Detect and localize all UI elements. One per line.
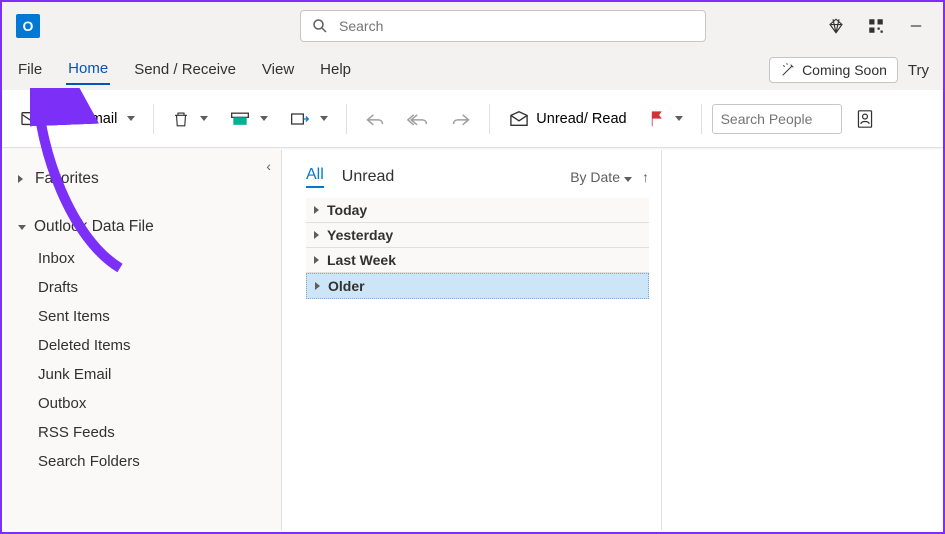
contact-icon xyxy=(856,109,874,129)
delete-button[interactable] xyxy=(164,104,216,134)
coming-soon-button[interactable]: Coming Soon xyxy=(769,57,898,83)
group-yesterday[interactable]: Yesterday xyxy=(306,223,649,248)
archive-icon xyxy=(230,111,250,127)
move-icon xyxy=(290,110,310,128)
menu-bar: File Home Send / Receive View Help Comin… xyxy=(2,50,943,90)
trash-icon xyxy=(172,110,190,128)
outlook-logo: O xyxy=(16,14,40,38)
reply-all-icon xyxy=(407,111,429,127)
folder-sent[interactable]: Sent Items xyxy=(34,302,281,331)
sort-direction-icon[interactable]: ↑ xyxy=(642,169,649,185)
folder-junk[interactable]: Junk Email xyxy=(34,360,281,389)
folder-rss[interactable]: RSS Feeds xyxy=(34,418,281,447)
reply-button[interactable] xyxy=(357,105,393,133)
favorites-group[interactable]: Favorites xyxy=(12,162,281,196)
group-older[interactable]: Older xyxy=(306,273,649,299)
folder-pane: ‹ Favorites Outlook Data File Inbox Draf… xyxy=(4,150,282,530)
forward-icon xyxy=(451,111,471,127)
filter-all[interactable]: All xyxy=(306,166,324,188)
list-header: All Unread By Date ↑ xyxy=(306,166,649,188)
folder-search[interactable]: Search Folders xyxy=(34,447,281,476)
reply-all-button[interactable] xyxy=(399,105,437,133)
folder-inbox[interactable]: Inbox xyxy=(34,244,281,273)
folder-outbox[interactable]: Outbox xyxy=(34,389,281,418)
sort-by-date[interactable]: By Date xyxy=(570,169,632,185)
tab-home[interactable]: Home xyxy=(66,56,110,85)
folder-drafts[interactable]: Drafts xyxy=(34,273,281,302)
qr-icon[interactable] xyxy=(867,17,885,35)
search-people-input[interactable] xyxy=(712,104,842,134)
minimize-icon[interactable] xyxy=(907,17,925,35)
global-search[interactable] xyxy=(300,10,706,42)
tab-view[interactable]: View xyxy=(260,57,296,84)
archive-button[interactable] xyxy=(222,105,276,133)
message-list-pane: All Unread By Date ↑ Today Yesterday Las… xyxy=(282,150,662,530)
premium-icon[interactable] xyxy=(827,17,845,35)
folder-deleted[interactable]: Deleted Items xyxy=(34,331,281,360)
tab-send-receive[interactable]: Send / Receive xyxy=(132,57,238,84)
title-bar: O xyxy=(2,2,943,50)
search-icon xyxy=(311,17,329,35)
reply-icon xyxy=(365,111,385,127)
flag-icon xyxy=(649,110,665,128)
group-today[interactable]: Today xyxy=(306,198,649,223)
new-email-button[interactable]: New Email xyxy=(12,104,143,134)
filter-unread[interactable]: Unread xyxy=(342,168,394,186)
search-input[interactable] xyxy=(339,18,695,34)
try-label[interactable]: Try xyxy=(908,62,929,79)
group-last-week[interactable]: Last Week xyxy=(306,248,649,273)
forward-button[interactable] xyxy=(443,105,479,133)
move-button[interactable] xyxy=(282,104,336,134)
tab-file[interactable]: File xyxy=(16,57,44,84)
mail-icon xyxy=(20,110,42,128)
content-area: ‹ Favorites Outlook Data File Inbox Draf… xyxy=(4,150,941,530)
datafile-group[interactable]: Outlook Data File xyxy=(12,210,281,244)
flag-button[interactable] xyxy=(641,104,691,134)
unread-read-button[interactable]: Unread/ Read xyxy=(500,104,634,134)
address-book-button[interactable] xyxy=(848,103,882,135)
ribbon: New Email Unread/ Read xyxy=(2,90,943,148)
wand-icon xyxy=(780,62,796,78)
collapse-nav-icon[interactable]: ‹ xyxy=(266,158,271,174)
envelope-icon xyxy=(508,110,530,128)
reading-pane xyxy=(662,150,941,530)
tab-help[interactable]: Help xyxy=(318,57,353,84)
